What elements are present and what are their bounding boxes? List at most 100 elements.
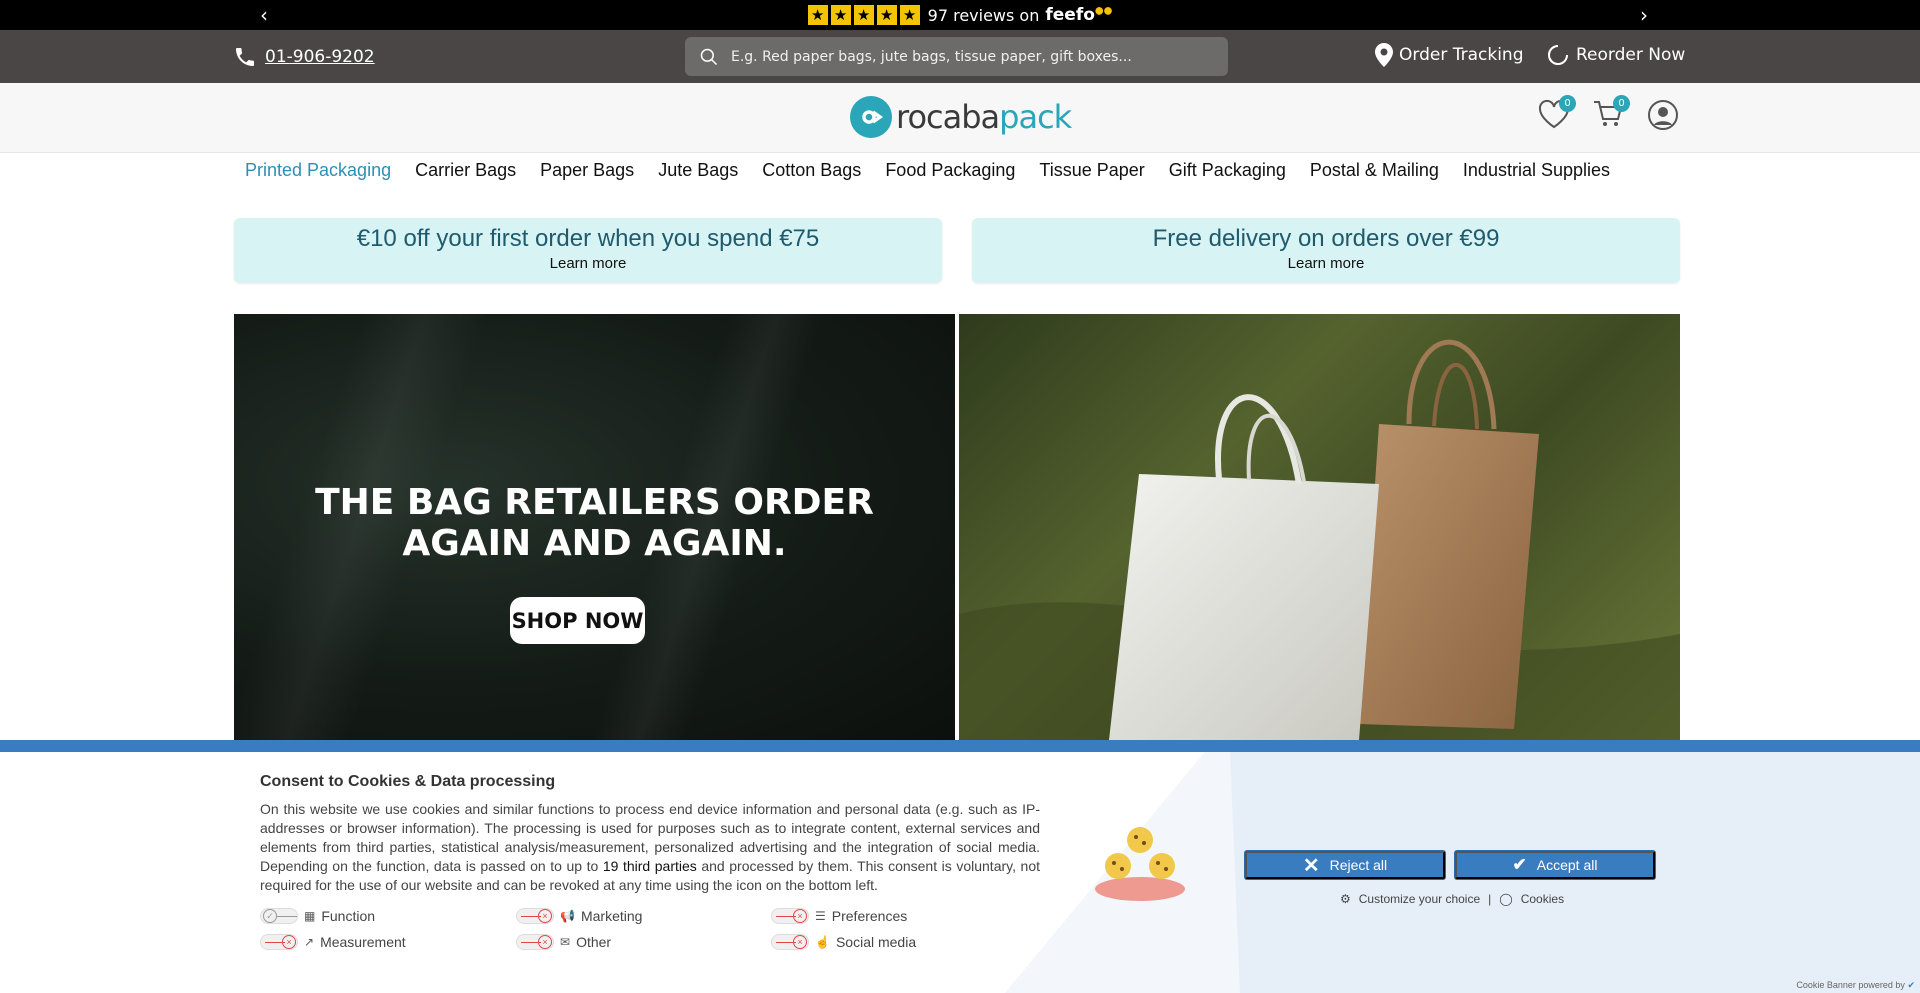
toggle-switch[interactable]: ✓ [260, 908, 298, 924]
feefo-eyes-icon: ●● [1094, 5, 1113, 17]
wishlist-count-badge: 0 [1559, 95, 1576, 112]
toggle-label: Measurement [320, 934, 406, 950]
feefo-brand-text: feefo [1045, 5, 1095, 25]
third-parties-link[interactable]: 19 third parties [603, 858, 697, 874]
site-logo[interactable]: rocabapack [850, 96, 1072, 138]
toggle-switch[interactable]: × [771, 908, 809, 924]
order-tracking-label: Order Tracking [1399, 45, 1524, 65]
chat-icon: ✉ [560, 935, 571, 949]
powered-by-label: Cookie Banner powered by [1796, 980, 1905, 990]
toggle-function[interactable]: ✓ ▦ Function [260, 908, 375, 924]
toggle-label: Marketing [580, 908, 643, 924]
cookie-title: Consent to Cookies & Data processing [260, 773, 556, 790]
toggle-label: Function [321, 908, 376, 924]
promo-learn-more-link[interactable]: Learn more [234, 255, 942, 272]
customize-choice-link[interactable]: Customize your choice [1359, 892, 1480, 906]
reviews-bar: ‹ ★ ★ ★ ★ ★ 97 reviews on feefo●● › [0, 0, 1920, 30]
chart-line-icon: ↗ [304, 935, 315, 949]
reviews-count-text[interactable]: 97 reviews on [928, 6, 1040, 25]
shop-now-button[interactable]: SHOP NOW [510, 597, 645, 644]
promo-title: Free delivery on orders over €99 [1152, 225, 1500, 252]
promo-free-delivery[interactable]: Free delivery on orders over €99 Learn m… [972, 218, 1680, 283]
toggle-switch[interactable]: × [516, 934, 554, 950]
toggle-social-media[interactable]: × ☝ Social media [771, 934, 916, 950]
nav-item-printed-packaging[interactable]: Printed Packaging [245, 160, 391, 181]
promo-first-order[interactable]: €10 off your first order when you spend … [234, 218, 942, 283]
account-button[interactable] [1647, 99, 1679, 135]
accept-all-label: Accept all [1536, 857, 1598, 873]
logo-text-part1: rocaba [896, 98, 1000, 136]
search-icon [700, 48, 718, 65]
nav-item-carrier-bags[interactable]: Carrier Bags [415, 160, 516, 181]
hero-bags-image [959, 314, 1680, 740]
powered-by-text[interactable]: Cookie Banner powered by ✔ [1796, 980, 1915, 991]
shield-check-icon: ✔ [1907, 980, 1915, 990]
nav-item-tissue-paper[interactable]: Tissue Paper [1039, 160, 1144, 181]
cookie-icon: ◯ [1499, 892, 1513, 906]
toggle-measurement[interactable]: × ↗ Measurement [260, 934, 406, 950]
hero-title-line1: THE BAG RETAILERS ORDER [315, 482, 874, 523]
chevron-right-icon[interactable]: › [1640, 3, 1648, 27]
reject-all-button[interactable]: ✕ Reject all [1245, 851, 1445, 879]
toggle-preferences[interactable]: × ☰ Preferences [771, 908, 907, 924]
nav-item-industrial-supplies[interactable]: Industrial Supplies [1463, 160, 1610, 181]
toggle-switch[interactable]: × [260, 934, 298, 950]
hero-banner-left: THE BAG RETAILERS ORDER AGAIN AND AGAIN.… [234, 314, 955, 740]
megaphone-icon: 📢 [560, 909, 575, 923]
checkmark-icon: ✔ [1512, 855, 1527, 874]
refresh-icon [1548, 45, 1568, 65]
site-header: rocabapack 0 0 [0, 83, 1920, 153]
nav-item-cotton-bags[interactable]: Cotton Bags [762, 160, 861, 181]
cookies-link[interactable]: Cookies [1521, 892, 1564, 906]
star-icon: ★ [830, 5, 851, 25]
reorder-now-label: Reorder Now [1576, 45, 1686, 65]
rating-stars: ★ ★ ★ ★ ★ [807, 5, 920, 25]
promo-learn-more-link[interactable]: Learn more [972, 255, 1680, 272]
cart-count-badge: 0 [1613, 95, 1630, 112]
toggle-other[interactable]: × ✉ Other [516, 934, 611, 950]
logo-mark-icon [850, 96, 892, 138]
user-icon [1648, 100, 1678, 130]
star-icon: ★ [876, 5, 897, 25]
thumbs-up-icon: ☝ [815, 935, 830, 949]
link-separator: | [1488, 892, 1492, 906]
hero-title: THE BAG RETAILERS ORDER AGAIN AND AGAIN. [234, 482, 955, 564]
order-tracking-link[interactable]: Order Tracking [1375, 43, 1524, 67]
cookie-secondary-links: ⚙ Customize your choice | ◯ Cookies [1340, 892, 1564, 906]
cookie-consent-banner: Consent to Cookies & Data processing On … [0, 740, 1920, 993]
nav-item-food-packaging[interactable]: Food Packaging [885, 160, 1015, 181]
reorder-now-link[interactable]: Reorder Now [1546, 43, 1685, 67]
paper-bags-illustration [959, 339, 1680, 740]
hero-title-line2: AGAIN AND AGAIN. [402, 523, 787, 564]
nav-item-postal-mailing[interactable]: Postal & Mailing [1310, 160, 1439, 181]
chevron-left-icon[interactable]: ‹ [260, 3, 268, 27]
phone-icon [236, 48, 254, 66]
toggle-switch[interactable]: × [516, 908, 554, 924]
sliders-icon: ☰ [815, 909, 826, 923]
search-bar[interactable] [685, 37, 1228, 76]
phone-link[interactable]: 01-906-9202 [233, 44, 375, 70]
reject-all-label: Reject all [1329, 857, 1388, 873]
cookie-characters-illustration [1095, 827, 1185, 901]
star-icon: ★ [899, 5, 920, 25]
nav-item-jute-bags[interactable]: Jute Bags [658, 160, 738, 181]
wishlist-button[interactable]: 0 [1538, 95, 1576, 133]
promo-title: €10 off your first order when you spend … [356, 225, 820, 252]
nav-item-paper-bags[interactable]: Paper Bags [540, 160, 634, 181]
toggle-switch[interactable]: × [771, 934, 809, 950]
cart-button[interactable]: 0 [1592, 95, 1630, 133]
star-icon: ★ [807, 5, 828, 25]
toggle-marketing[interactable]: × 📢 Marketing [516, 908, 642, 924]
search-input[interactable] [731, 48, 1211, 65]
close-icon: ✕ [1302, 854, 1320, 877]
grid-icon: ▦ [304, 909, 316, 923]
toggle-label: Social media [835, 934, 917, 950]
nav-item-gift-packaging[interactable]: Gift Packaging [1169, 160, 1286, 181]
toggle-label: Preferences [831, 908, 908, 924]
feefo-logo[interactable]: feefo●● [1045, 5, 1112, 25]
main-nav: Printed Packaging Carrier Bags Paper Bag… [245, 160, 1610, 181]
star-icon: ★ [853, 5, 874, 25]
gear-icon: ⚙ [1340, 892, 1351, 906]
phone-number: 01-906-9202 [265, 47, 375, 67]
accept-all-button[interactable]: ✔ Accept all [1455, 851, 1655, 879]
